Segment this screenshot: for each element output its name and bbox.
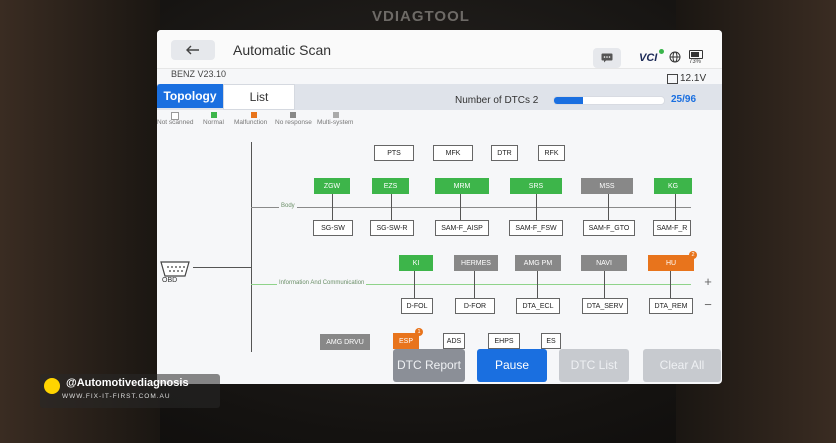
connector — [414, 270, 415, 298]
module-node[interactable]: AMG DRVU — [320, 334, 370, 350]
main-trunk-line — [251, 142, 252, 352]
connector — [536, 193, 537, 221]
battery-percent: 73% — [689, 59, 702, 65]
dtc-list-button[interactable]: DTC List — [559, 349, 629, 382]
module-node[interactable]: NAVI — [581, 255, 627, 271]
vci-status[interactable]: VCI — [639, 52, 657, 64]
connector — [537, 270, 538, 298]
module-node[interactable]: DTA_REM — [649, 298, 693, 314]
module-node[interactable]: MRM — [435, 178, 489, 194]
legend-normal: Normal — [203, 119, 224, 126]
tab-list[interactable]: List — [223, 84, 295, 110]
body-bus-label: Body — [279, 203, 297, 209]
module-node[interactable]: ES — [541, 333, 561, 349]
module-node[interactable]: SG-SW-R — [370, 220, 414, 236]
module-node[interactable]: DTR — [491, 145, 518, 161]
module-node[interactable]: ZGW — [314, 178, 350, 194]
scan-progress-bar — [553, 96, 665, 105]
legend-not-scanned: Not scanned — [157, 119, 194, 126]
module-node-malfunction[interactable]: ESP — [393, 333, 419, 349]
obd-label: OBD — [162, 277, 178, 284]
module-node[interactable]: EHPS — [488, 333, 520, 349]
tab-bar: Topology List Number of DTCs 2 25/96 — [157, 84, 722, 110]
module-node[interactable]: SRS — [510, 178, 562, 194]
message-button[interactable] — [593, 48, 621, 68]
module-node[interactable]: D-FOR — [455, 298, 495, 314]
module-node[interactable]: MFK — [433, 145, 473, 161]
module-node[interactable]: SG-SW — [313, 220, 353, 236]
module-node[interactable]: SAM-F_AISP — [435, 220, 489, 236]
obd-connector-line — [193, 267, 251, 268]
legend-swatch-multi-system — [333, 112, 339, 118]
watermark-logo — [44, 378, 60, 394]
info-bus-label: Information And Communication — [277, 280, 367, 286]
clear-all-dtcs-button[interactable]: Clear All DTCs — [643, 349, 721, 382]
dtc-badge: 2 — [689, 251, 697, 259]
module-node[interactable]: RFK — [538, 145, 565, 161]
globe-icon[interactable] — [669, 51, 681, 63]
back-arrow-icon — [186, 45, 199, 55]
zoom-out-button[interactable]: − — [699, 296, 717, 314]
legend-swatch-malfunction — [251, 112, 257, 118]
obd-connector-icon — [160, 261, 190, 277]
module-node[interactable]: DTA_ECL — [516, 298, 560, 314]
dtc-badge: 1 — [415, 328, 423, 336]
dtc-count: Number of DTCs 2 — [455, 95, 539, 106]
legend-no-response: No response — [275, 119, 312, 126]
connector — [391, 193, 392, 221]
module-node[interactable]: HERMES — [454, 255, 498, 271]
body-bus-line — [251, 207, 691, 208]
watermark-site: WWW.FIX-IT-FIRST.COM.AU — [62, 393, 171, 400]
connector — [474, 270, 475, 298]
module-node[interactable]: SAM-F_FSW — [509, 220, 563, 236]
device-frame: VDIAGTOOL Automatic Scan VCI 73% BENZ V2… — [0, 0, 836, 443]
watermark-handle: @Automotivediagnosis — [66, 377, 189, 389]
voltage-value: 12.1V — [680, 73, 707, 84]
device-brand-logo: VDIAGTOOL — [372, 8, 470, 25]
chat-icon — [601, 53, 613, 63]
module-node[interactable]: ADS — [443, 333, 465, 349]
module-node[interactable]: D-FOL — [401, 298, 433, 314]
module-node[interactable]: KI — [399, 255, 433, 271]
module-node[interactable]: DTA_SERV — [582, 298, 628, 314]
module-node[interactable]: SAM-F_GTO — [583, 220, 635, 236]
module-node[interactable]: MSS — [581, 178, 633, 194]
legend-swatch-no-response — [290, 112, 296, 118]
module-node[interactable]: PTS — [374, 145, 414, 161]
connector — [608, 193, 609, 221]
legend-swatch-normal — [211, 112, 217, 118]
module-node[interactable]: EZS — [372, 178, 409, 194]
car-battery-icon — [667, 74, 678, 84]
battery-icon — [689, 50, 703, 59]
connector — [460, 193, 461, 221]
pause-button[interactable]: Pause — [477, 349, 547, 382]
page-title: Automatic Scan — [233, 42, 332, 58]
connector — [604, 270, 605, 298]
back-button[interactable] — [171, 40, 215, 60]
vehicle-model: BENZ V23.10 — [171, 69, 227, 79]
legend-malfunction: Malfunction — [234, 119, 268, 126]
module-node[interactable]: KG — [654, 178, 692, 194]
screen: Automatic Scan VCI 73% BENZ V23.10 12.1V… — [157, 30, 722, 384]
module-node[interactable]: SAM-F_R — [653, 220, 691, 236]
connector — [670, 270, 671, 298]
module-node[interactable]: AMG PM — [515, 255, 561, 271]
scan-progress-text: 25/96 — [671, 94, 697, 105]
dtc-report-button[interactable]: DTC Report — [393, 349, 465, 382]
zoom-in-button[interactable]: + — [699, 273, 717, 291]
scan-progress-fill — [554, 97, 583, 104]
connector — [332, 193, 333, 221]
module-node-malfunction[interactable]: HU — [648, 255, 694, 271]
legend-multi-system: Multi-system — [317, 119, 354, 126]
connector — [675, 193, 676, 221]
top-bar: Automatic Scan VCI 73% — [157, 30, 722, 69]
vci-connected-indicator — [659, 49, 664, 54]
tab-topology[interactable]: Topology — [157, 84, 223, 108]
